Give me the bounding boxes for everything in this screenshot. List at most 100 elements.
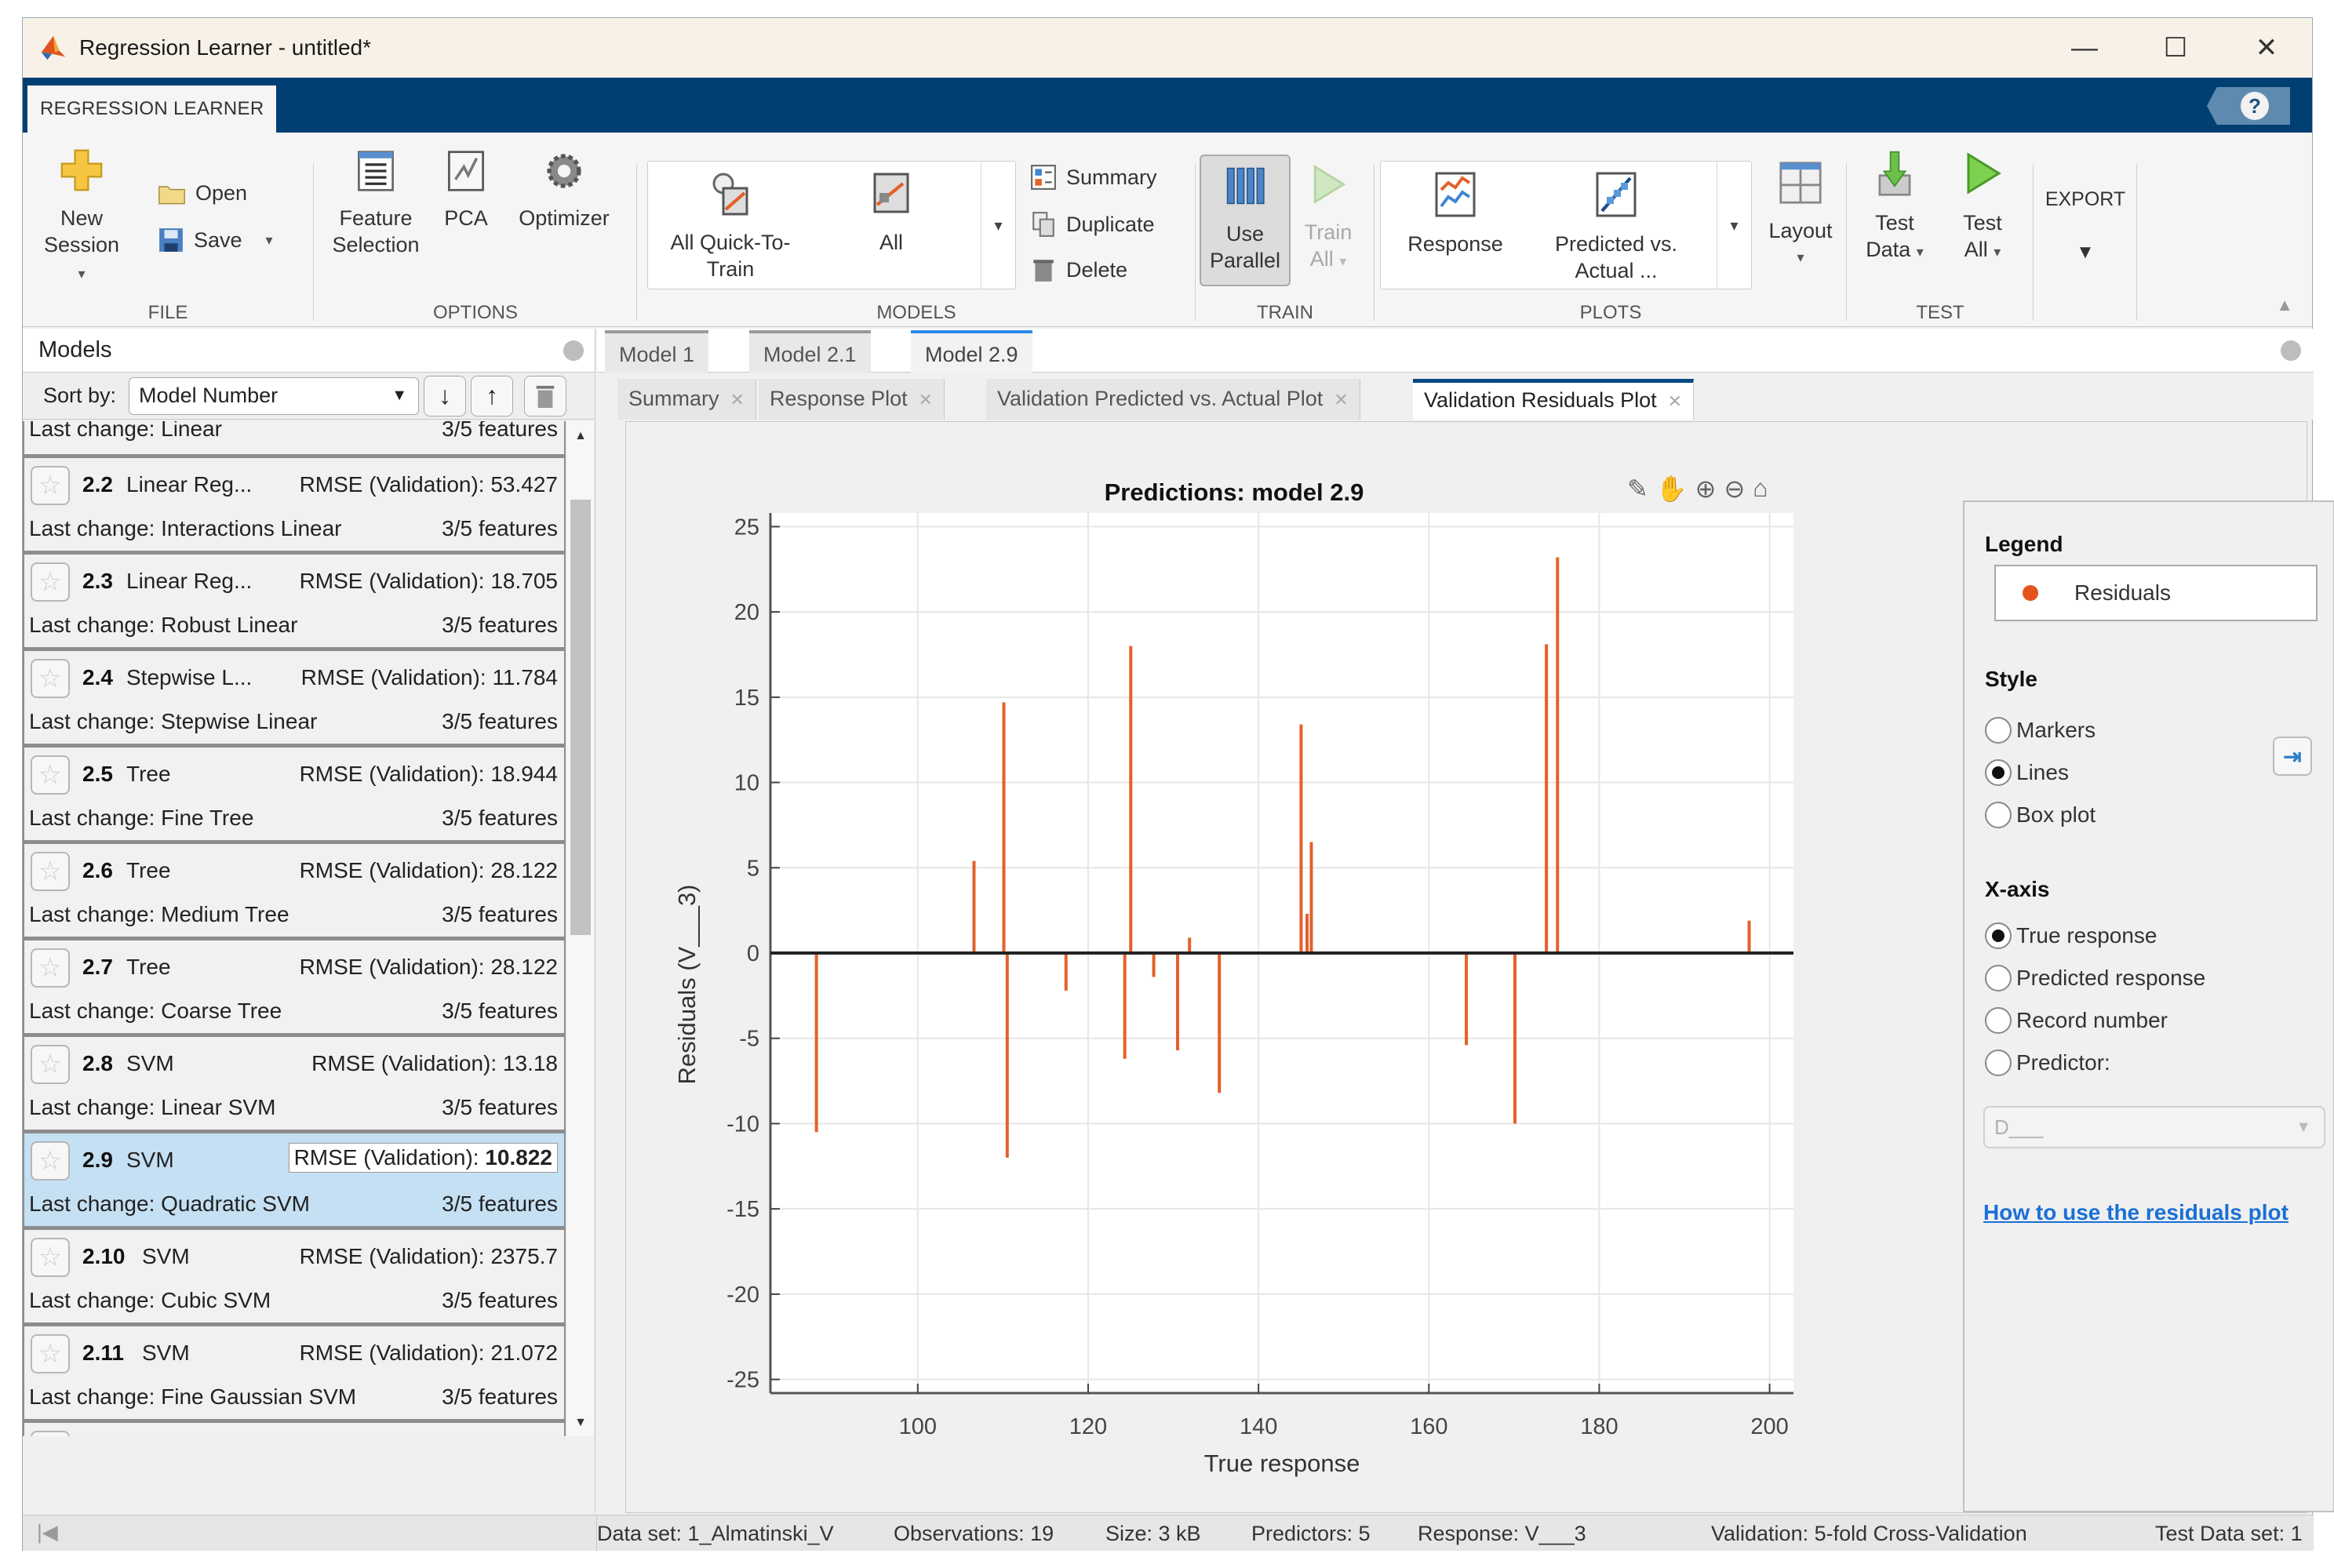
use-parallel-toggle[interactable]: Use Parallel — [1200, 155, 1291, 286]
layout-grid-icon — [1779, 162, 1822, 204]
favorite-star-icon[interactable]: ☆ — [31, 659, 70, 698]
collapse-side-panel-button[interactable]: ⇥ — [2273, 737, 2312, 776]
radio-option[interactable]: True response — [1985, 922, 2157, 949]
model-number: 2.3 — [82, 569, 113, 593]
first-page-icon[interactable]: |◀ — [37, 1520, 58, 1544]
favorite-star-icon[interactable]: ☆ — [31, 1045, 70, 1084]
gallery-item-all[interactable]: All — [844, 169, 938, 256]
close-tab-icon[interactable]: ✕ — [1334, 390, 1348, 409]
radio-option[interactable]: Predictor: — [1985, 1050, 2110, 1076]
delete-model-button[interactable] — [524, 375, 567, 417]
model-card[interactable]: ☆ 2.5 Tree RMSE (Validation): 18.944 Last ch… — [23, 745, 566, 842]
radio-option[interactable]: Predicted response — [1985, 965, 2205, 991]
delete-button[interactable]: Delete — [1030, 256, 1127, 283]
gallery-expand-button[interactable]: ▾ — [1717, 162, 1751, 289]
model-card[interactable]: ☆ 2.4 Stepwise L... RMSE (Validation): 11.7… — [23, 649, 566, 745]
radio-option[interactable]: Record number — [1985, 1007, 2168, 1034]
panel-options-icon[interactable] — [563, 340, 584, 361]
sort-descending-button[interactable]: ↓ — [424, 375, 467, 417]
model-card[interactable]: ☆ 2.10 SVM RMSE (Validation): 2375.7 Last ch… — [23, 1228, 566, 1324]
model-card[interactable]: ☆2.12SVMRMSE (Validation): 16.704Last ch… — [23, 1421, 566, 1436]
gallery-item-all-quick-to-train[interactable]: All Quick-To- Train — [664, 169, 797, 282]
new-session-button[interactable]: New Session ▾ — [38, 148, 125, 287]
favorite-star-icon[interactable]: ☆ — [31, 1141, 70, 1181]
radio-button[interactable] — [1985, 802, 2012, 828]
model-card[interactable]: ☆ 2.11 SVM RMSE (Validation): 21.072 Last ch… — [23, 1324, 566, 1421]
maximize-button[interactable]: ☐ — [2130, 18, 2221, 78]
panel-options-icon[interactable] — [2281, 340, 2301, 361]
radio-button[interactable] — [1985, 922, 2012, 949]
duplicate-button[interactable]: Duplicate — [1030, 211, 1155, 238]
plot-tab[interactable]: Validation Predicted vs. Actual Plot ✕ — [986, 379, 1360, 420]
feature-selection-button[interactable]: Feature Selection — [329, 150, 423, 258]
pca-button[interactable]: PCA — [439, 150, 493, 231]
open-button[interactable]: Open — [158, 181, 247, 206]
radio-button[interactable] — [1985, 1007, 2012, 1034]
close-button[interactable]: ✕ — [2221, 18, 2312, 78]
favorite-star-icon[interactable]: ☆ — [31, 466, 70, 505]
legend: Residuals — [1994, 565, 2318, 621]
model-card-partial[interactable]: Last change: Linear 3/5 features — [23, 421, 566, 456]
export-button[interactable]: EXPORT ▼ — [2034, 186, 2136, 266]
model-card[interactable]: ☆ 2.9 SVM RMSE (Validation): 10.822 Last cha… — [23, 1131, 566, 1228]
feature-count: 3/5 features — [442, 1288, 558, 1312]
radio-option[interactable]: Markers — [1985, 717, 2096, 744]
test-all-button[interactable]: Test All ▾ — [1943, 150, 2022, 265]
close-tab-icon[interactable]: ✕ — [919, 390, 933, 409]
favorite-star-icon[interactable]: ☆ — [31, 562, 70, 602]
favorite-star-icon[interactable]: ☆ — [31, 1431, 70, 1436]
model-card[interactable]: ☆ 2.8 SVM RMSE (Validation): 13.18 Last chan… — [23, 1035, 566, 1131]
favorite-star-icon[interactable]: ☆ — [31, 948, 70, 988]
predictor-dropdown[interactable]: D___ ▼ — [1983, 1106, 2325, 1148]
plot-tab-label: Validation Residuals Plot — [1424, 388, 1657, 412]
scrollbar-thumb[interactable] — [570, 500, 591, 935]
models-status-bar: |◀ — [23, 1515, 597, 1551]
radio-button[interactable] — [1985, 965, 2012, 991]
radio-button[interactable] — [1985, 717, 2012, 744]
favorite-star-icon[interactable]: ☆ — [31, 852, 70, 891]
radio-button[interactable] — [1985, 759, 2012, 786]
sort-by-dropdown[interactable]: Model Number ▼ — [129, 377, 420, 415]
radio-button[interactable] — [1985, 1050, 2012, 1076]
close-tab-icon[interactable]: ✕ — [1668, 391, 1682, 411]
test-data-button[interactable]: Test Data ▾ — [1855, 150, 1934, 265]
last-change: Last change: Fine Gaussian SVM — [29, 1384, 357, 1409]
plot-tab[interactable]: Summary ✕ — [617, 379, 756, 420]
favorite-star-icon[interactable]: ☆ — [31, 1238, 70, 1277]
plot-gallery: Response Predicted vs. Actual ... ▾ — [1380, 161, 1752, 289]
plots-group-label: PLOTS — [1579, 302, 1642, 323]
optimizer-button[interactable]: Optimizer — [509, 150, 619, 231]
model-card[interactable]: ☆ 2.6 Tree RMSE (Validation): 28.122 Last ch… — [23, 842, 566, 938]
gallery-item-response-plot[interactable]: Response — [1396, 171, 1514, 257]
minimize-button[interactable]: — — [2039, 18, 2130, 78]
model-number: 2.8 — [82, 1051, 113, 1075]
model-tab[interactable]: Model 1 — [605, 330, 709, 373]
gallery-item-predicted-vs-actual[interactable]: Predicted vs. Actual ... — [1538, 171, 1695, 284]
sort-ascending-button[interactable]: ↑ — [471, 375, 514, 417]
gallery-expand-button[interactable]: ▾ — [981, 162, 1015, 289]
layout-button[interactable]: Layout ▾ — [1761, 161, 1840, 271]
close-tab-icon[interactable]: ✕ — [730, 390, 745, 409]
plot-tab[interactable]: Response Plot ✕ — [759, 379, 945, 420]
residuals-help-link[interactable]: How to use the residuals plot — [1983, 1200, 2288, 1225]
model-card[interactable]: ☆ 2.7 Tree RMSE (Validation): 28.122 Last ch… — [23, 938, 566, 1035]
model-tab[interactable]: Model 2.9 — [911, 330, 1032, 373]
model-tab[interactable]: Model 2.1 — [749, 330, 871, 373]
save-button[interactable]: Save ▾ — [158, 227, 273, 253]
scroll-down-icon[interactable]: ▼ — [567, 1416, 594, 1430]
summary-button[interactable]: Summary — [1030, 164, 1157, 191]
model-card[interactable]: ☆ 2.3 Linear Reg... RMSE (Validation): 18.7… — [23, 552, 566, 649]
collapse-toolstrip-icon[interactable]: ▲ — [2276, 295, 2293, 315]
radio-option[interactable]: Lines — [1985, 759, 2069, 786]
model-number: 2.7 — [82, 955, 113, 979]
favorite-star-icon[interactable]: ☆ — [31, 1334, 70, 1373]
model-list-scrollbar[interactable]: ▲ ▼ — [567, 421, 594, 1436]
favorite-star-icon[interactable]: ☆ — [31, 755, 70, 795]
train-all-button[interactable]: Train All ▾ — [1297, 162, 1360, 275]
help-button[interactable]: ? — [2207, 87, 2290, 125]
ribbon-tab-regression-learner[interactable]: REGRESSION LEARNER — [27, 85, 277, 133]
plot-tab[interactable]: Validation Residuals Plot ✕ — [1413, 379, 1695, 420]
feature-count: 3/5 features — [442, 613, 558, 637]
scroll-up-icon[interactable]: ▲ — [567, 429, 594, 443]
radio-option[interactable]: Box plot — [1985, 802, 2096, 828]
